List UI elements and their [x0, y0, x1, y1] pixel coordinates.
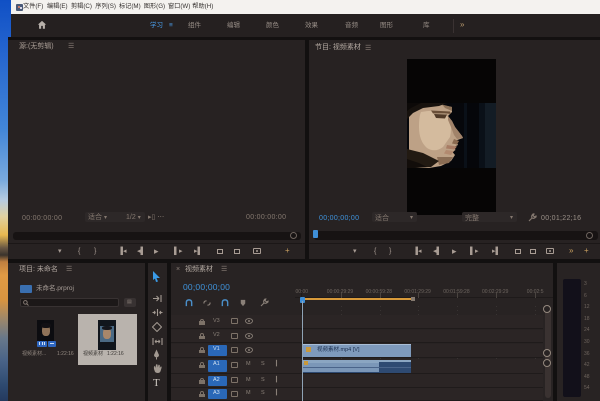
svg-text:T: T [153, 377, 160, 388]
